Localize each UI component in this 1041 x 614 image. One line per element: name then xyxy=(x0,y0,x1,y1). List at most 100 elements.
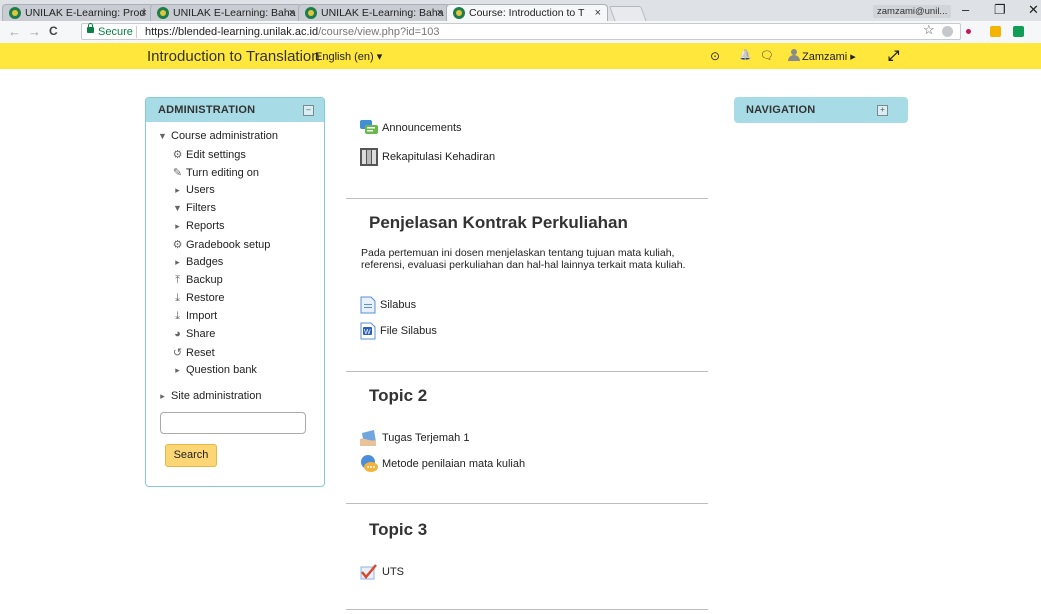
admin-item-backup[interactable]: ⤒ Backup xyxy=(171,274,223,287)
download-icon: ⤓ xyxy=(175,292,180,304)
user-menu[interactable]: Zamzami ▸ xyxy=(802,50,856,63)
search-button[interactable]: Search xyxy=(165,444,217,467)
admin-item-gradebook-setup[interactable]: ⚙ Gradebook setup xyxy=(171,238,271,251)
activity-uts[interactable]: UTS xyxy=(360,564,404,580)
tree-label: Edit settings xyxy=(186,149,246,161)
user-avatar[interactable] xyxy=(787,49,800,61)
section-divider xyxy=(346,503,708,504)
admin-item-edit-settings[interactable]: ⚙ Edit settings xyxy=(171,148,246,161)
pencil-icon: ✎ xyxy=(172,167,183,179)
activity-metode-penilaian[interactable]: Metode penilaian mata kuliah xyxy=(360,455,525,473)
activity-tugas-terjemah-1[interactable]: Tugas Terjemah 1 xyxy=(360,430,469,446)
assignment-icon xyxy=(360,430,378,446)
course-administration-node[interactable]: ▼ Course administration xyxy=(156,130,278,142)
gear-icon: ⚙ xyxy=(172,239,183,251)
moodle-favicon-icon xyxy=(157,7,169,19)
new-tab-button[interactable] xyxy=(609,6,647,22)
activity-label: UTS xyxy=(382,565,404,578)
collapse-block-icon[interactable]: – xyxy=(303,105,314,116)
browser-tab-strip: UNILAK E-Learning: Prod × UNILAK E-Learn… xyxy=(0,0,1041,22)
administration-block: ADMINISTRATION – ▼ Course administration … xyxy=(145,97,325,487)
tree-label: Users xyxy=(186,184,215,196)
message-icon[interactable]: 🗨 xyxy=(760,49,774,62)
lock-icon xyxy=(87,23,94,33)
bookmark-star-icon[interactable]: ☆ xyxy=(923,22,935,38)
url-text: https://blended-learning.unilak.ac.id/co… xyxy=(145,24,439,40)
dock-block-icon[interactable]: + xyxy=(877,105,888,116)
browser-tab[interactable]: UNILAK E-Learning: Baha × xyxy=(298,4,450,21)
tab-close-icon[interactable]: × xyxy=(595,5,601,21)
admin-item-share[interactable]: ◕ Share xyxy=(171,328,215,340)
activity-silabus[interactable]: Silabus xyxy=(360,296,416,314)
chat-icon xyxy=(360,455,378,473)
site-header: Introduction to Translation English (en)… xyxy=(0,43,1041,69)
tree-label: Site administration xyxy=(171,390,262,402)
extension-icon[interactable] xyxy=(966,29,971,34)
download-icon: ⤓ xyxy=(175,310,180,322)
restore-icon[interactable]: ❐ xyxy=(994,2,1006,18)
upload-icon: ⤒ xyxy=(175,274,180,286)
admin-item-question-bank[interactable]: ▸ Question bank xyxy=(171,364,257,376)
minimize-icon[interactable]: – xyxy=(962,2,969,17)
tree-label: Share xyxy=(186,328,216,340)
section-divider xyxy=(346,198,708,199)
attendance-icon xyxy=(360,148,378,166)
caret-right-icon: ▸ xyxy=(175,221,180,231)
extension-icon[interactable] xyxy=(990,26,1001,37)
moodle-favicon-icon xyxy=(9,7,21,19)
tree-label: Turn editing on xyxy=(186,167,259,179)
activity-file-silabus[interactable]: W File Silabus xyxy=(360,322,437,340)
admin-search-input[interactable] xyxy=(160,412,306,434)
back-icon[interactable]: ← xyxy=(8,24,21,39)
tab-close-icon[interactable]: × xyxy=(437,5,443,21)
admin-item-reports[interactable]: ▸ Reports xyxy=(171,220,225,232)
quiz-icon xyxy=(360,564,378,580)
admin-item-badges[interactable]: ▸ Badges xyxy=(171,256,223,268)
tree-label: Badges xyxy=(186,256,224,268)
admin-item-turn-editing-on[interactable]: ✎ Turn editing on xyxy=(171,166,259,179)
activity-rekapitulasi-kehadiran[interactable]: Rekapitulasi Kehadiran xyxy=(360,148,495,166)
tree-label: Question bank xyxy=(186,364,257,376)
admin-item-users[interactable]: ▸ Users xyxy=(171,184,215,196)
tab-title: UNILAK E-Learning: Prod xyxy=(25,7,146,19)
address-bar[interactable]: Secure https://blended-learning.unilak.a… xyxy=(81,23,961,40)
admin-item-reset[interactable]: ↺ Reset xyxy=(171,346,215,359)
activity-label: File Silabus xyxy=(380,324,437,337)
close-window-icon[interactable]: ✕ xyxy=(1028,2,1039,18)
fullscreen-icon[interactable]: ⤢ xyxy=(888,47,899,64)
google-drive-icon[interactable] xyxy=(1013,26,1024,37)
browser-tab[interactable]: UNILAK E-Learning: Baha × xyxy=(150,4,302,21)
tree-label: Reports xyxy=(186,220,225,232)
tab-close-icon[interactable]: × xyxy=(289,5,295,21)
tree-label: Import xyxy=(186,310,218,322)
caret-down-icon: ▼ xyxy=(158,131,167,141)
forward-icon[interactable]: → xyxy=(28,24,41,39)
browser-tab-active[interactable]: Course: Introduction to T × xyxy=(446,4,608,21)
block-header: ADMINISTRATION – xyxy=(146,98,324,122)
admin-item-import[interactable]: ⤓ Import xyxy=(171,310,217,323)
tree-label: Restore xyxy=(186,292,225,304)
bell-icon[interactable]: 🔔 xyxy=(739,50,751,61)
caret-right-icon: ▸ xyxy=(175,257,180,267)
admin-item-filters[interactable]: ▼ Filters xyxy=(171,202,216,214)
site-administration-node[interactable]: ▸ Site administration xyxy=(156,390,262,402)
tab-close-icon[interactable]: × xyxy=(141,5,147,21)
filter-icon: ▼ xyxy=(173,203,182,213)
word-doc-icon: W xyxy=(360,322,376,340)
course-title-link[interactable]: Introduction to Translation xyxy=(147,48,320,65)
activity-label: Announcements xyxy=(382,121,462,134)
section-summary: Pada pertemuan ini dosen menjelaskan ten… xyxy=(361,247,686,271)
admin-item-restore[interactable]: ⤓ Restore xyxy=(171,292,225,305)
profile-button[interactable]: zamzami@unil... xyxy=(873,5,952,18)
tab-title: Course: Introduction to T xyxy=(469,7,585,19)
reload-icon[interactable]: C xyxy=(49,24,58,38)
browser-tab[interactable]: UNILAK E-Learning: Prod × xyxy=(2,4,154,21)
share-icon: ◕ xyxy=(174,328,181,340)
activity-announcements[interactable]: Announcements xyxy=(360,120,462,136)
language-menu[interactable]: English (en) ▾ xyxy=(315,50,382,63)
file-icon xyxy=(360,296,376,314)
extension-icon[interactable] xyxy=(942,26,953,37)
browser-toolbar: ← → C Secure https://blended-learning.un… xyxy=(0,21,1041,44)
notification-icon[interactable]: ⊙ xyxy=(710,49,720,63)
reset-icon: ↺ xyxy=(172,347,183,359)
